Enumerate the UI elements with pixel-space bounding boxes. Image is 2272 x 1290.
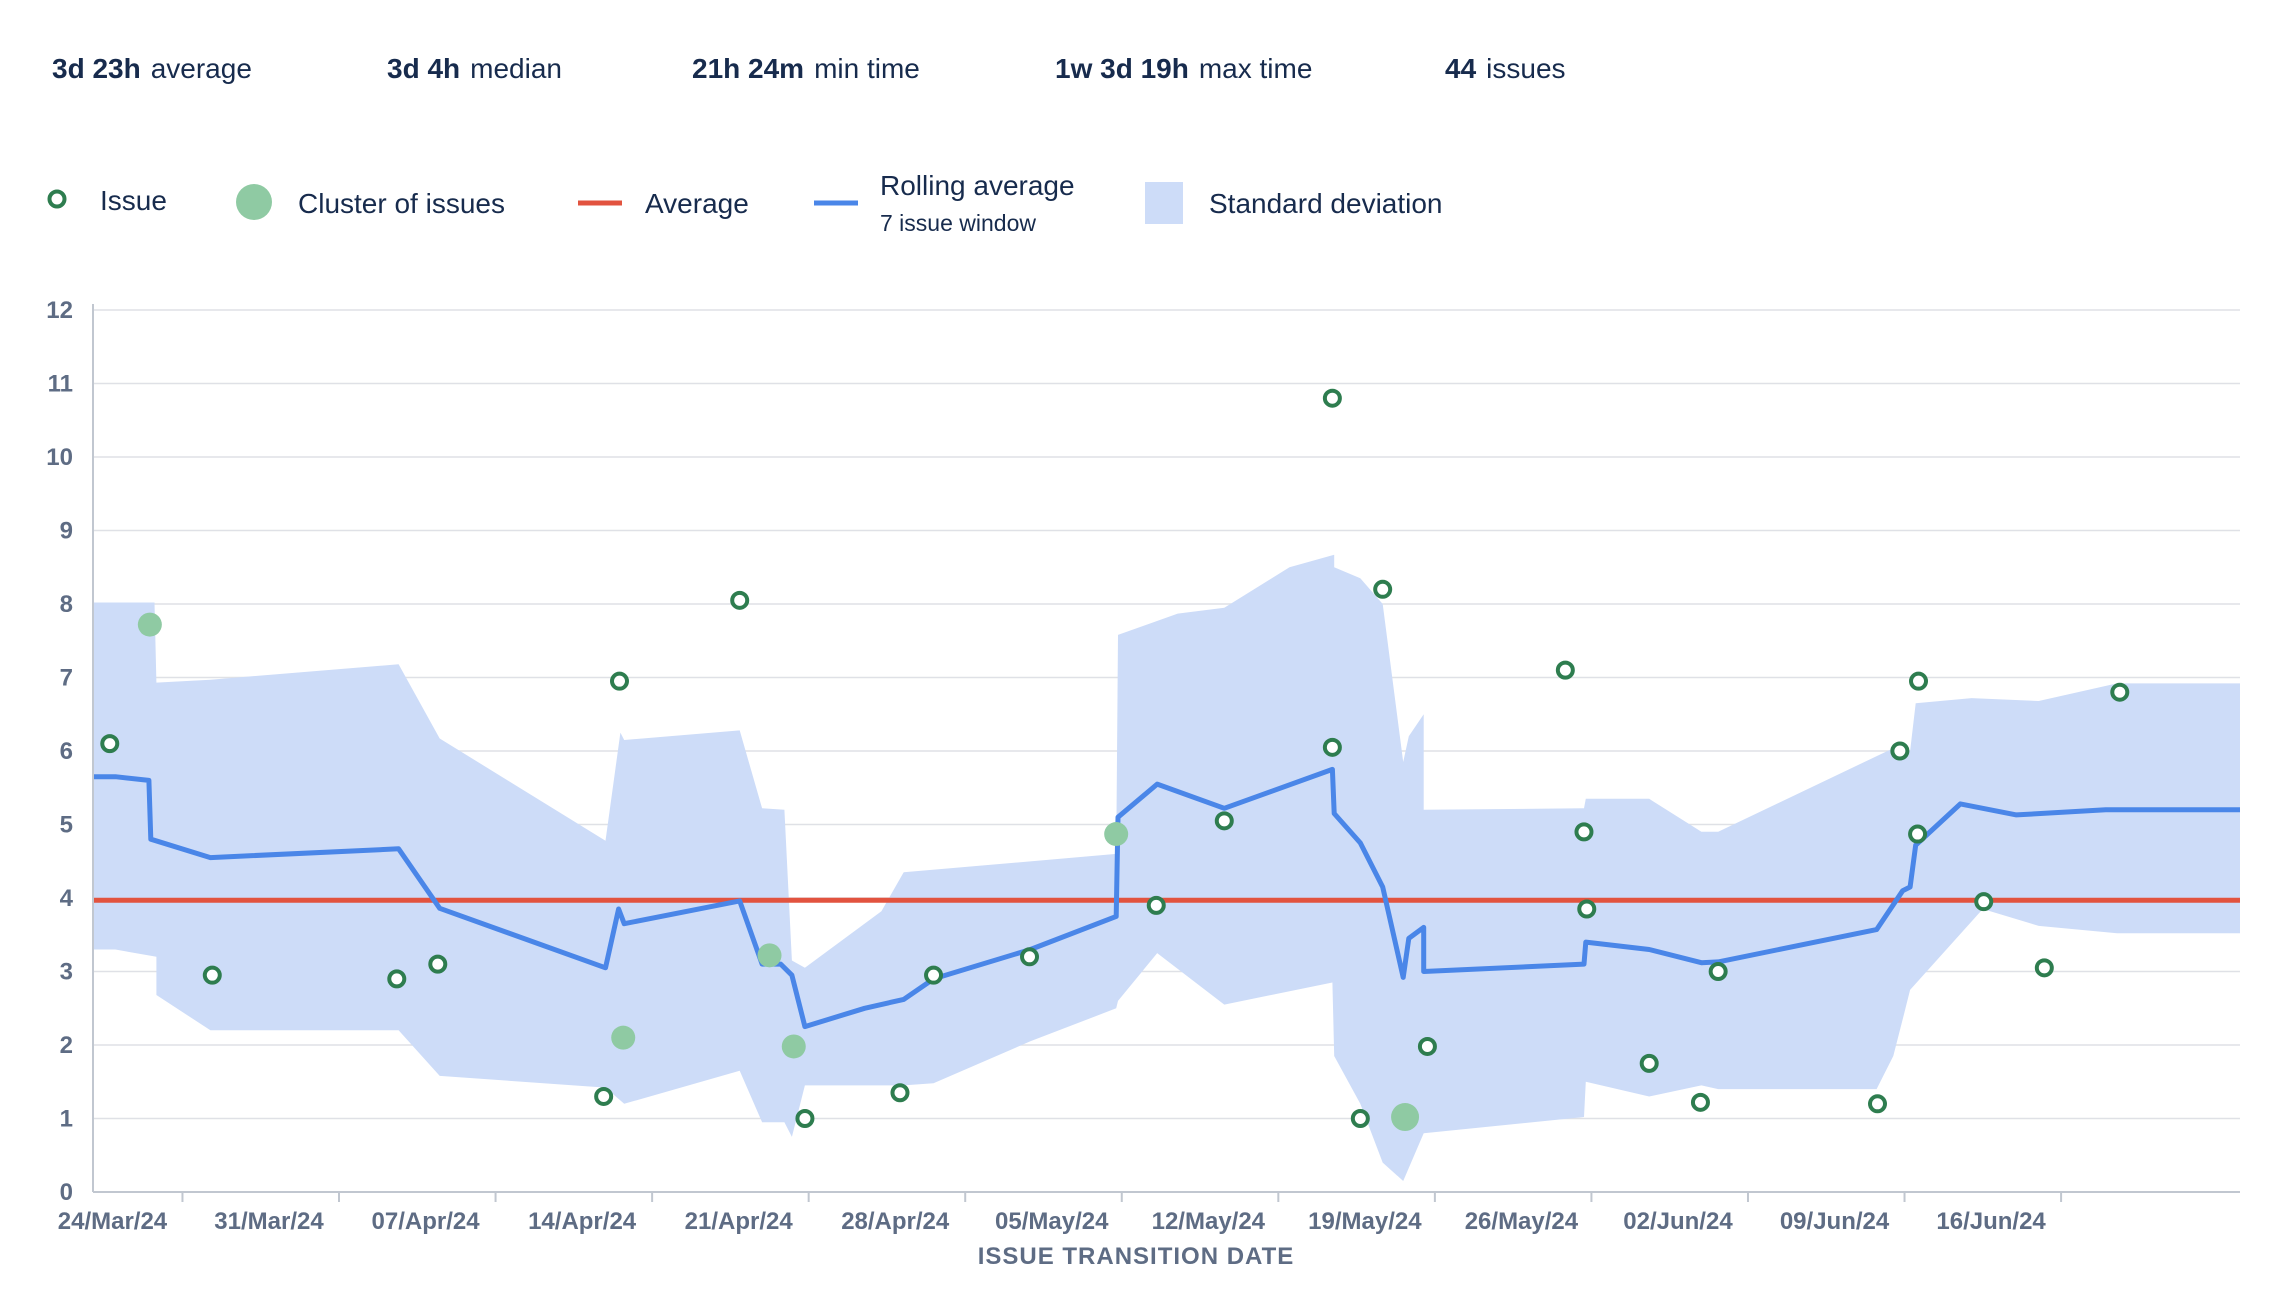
issue-point: [609, 671, 629, 691]
y-tick-label: 12: [46, 297, 73, 324]
legend-average-label: Average: [645, 188, 749, 219]
cluster-point: [137, 612, 162, 637]
issue-point: [1417, 1036, 1437, 1056]
y-tick-label: 2: [60, 1032, 73, 1059]
y-tick-label: 7: [60, 665, 73, 692]
cluster-point: [611, 1025, 636, 1050]
x-tick-label: 24/Mar/24: [58, 1208, 168, 1235]
x-tick-label: 21/Apr/24: [685, 1208, 794, 1235]
issue-point: [1708, 962, 1728, 981]
legend-cluster-label: Cluster of issues: [298, 188, 505, 219]
x-tick-label: 05/May/24: [995, 1208, 1109, 1235]
stat-min-time-label: min time: [814, 53, 920, 84]
y-tick-label: 3: [60, 959, 73, 986]
y-tick-label: 5: [60, 812, 73, 839]
y-tick-label: 0: [60, 1179, 73, 1206]
x-tick-labels: 24/Mar/24 31/Mar/24 07/Apr/24 14/Apr/24 21/A…: [58, 1192, 2063, 1235]
chart-legend: Issue Cluster of issues Average Rolling …: [0, 160, 2272, 260]
cluster-point: [1104, 822, 1129, 847]
stat-average-value: 3d 23h: [52, 53, 141, 84]
y-tick-label: 4: [60, 885, 74, 912]
issue-marker-icon: [47, 189, 67, 209]
cluster-point: [1391, 1103, 1420, 1132]
stddev-swatch-icon: [1145, 182, 1183, 224]
issue-point: [1909, 671, 1929, 691]
average-line-icon: [578, 200, 622, 206]
issue-point: [1350, 1109, 1370, 1128]
legend-issue-label: Issue: [100, 185, 167, 216]
cluster-point: [781, 1034, 806, 1059]
issue-point: [1322, 388, 1342, 408]
issue-point: [594, 1086, 614, 1106]
issue-point: [1690, 1092, 1710, 1112]
issue-point: [2034, 958, 2054, 978]
issue-point: [387, 969, 407, 989]
cluster-point: [757, 943, 782, 968]
issue-point: [100, 734, 120, 754]
x-tick-label: 19/May/24: [1308, 1208, 1422, 1235]
issue-point: [428, 954, 448, 974]
stat-max-time: 1w 3d 19h max time: [1055, 53, 1312, 85]
x-axis-title: ISSUE TRANSITION DATE: [977, 1243, 1295, 1270]
issue-point: [1890, 741, 1910, 761]
y-tick-label: 9: [60, 518, 73, 545]
x-tick-label: 26/May/24: [1465, 1208, 1579, 1235]
stat-median: 3d 4h median: [387, 53, 562, 85]
issue-point: [1577, 899, 1597, 919]
x-tick-label: 12/May/24: [1152, 1208, 1266, 1235]
issue-point: [795, 1109, 815, 1128]
stat-median-value: 3d 4h: [387, 53, 461, 84]
issue-point: [1908, 824, 1928, 844]
control-chart: 0123456789101112 24/Mar/24 31/Mar/24 07/Ap…: [46, 297, 2240, 1235]
legend-rolling-sublabel: 7 issue window: [880, 210, 1036, 236]
issue-point: [202, 965, 222, 985]
cluster-marker-icon: [236, 184, 272, 220]
issue-point: [1322, 737, 1342, 757]
issue-point: [1974, 892, 1994, 912]
stat-issues-value: 44: [1445, 53, 1477, 84]
stat-max-time-label: max time: [1198, 53, 1313, 84]
stat-min-time: 21h 24m min time: [692, 53, 920, 85]
issue-point: [1555, 660, 1575, 680]
summary-stats: 3d 23h average 3d 4h median 21h 24m min tim…: [0, 0, 2272, 150]
x-tick-label: 14/Apr/24: [528, 1208, 637, 1235]
stat-issues: 44 issues: [1445, 53, 1566, 85]
rolling-line-icon: [814, 200, 858, 206]
stat-max-time-value: 1w 3d 19h: [1055, 53, 1189, 84]
x-tick-label: 28/Apr/24: [841, 1208, 950, 1235]
issue-point: [1146, 895, 1166, 915]
x-tick-label: 16/Jun/24: [1936, 1208, 2046, 1235]
legend-stddev-label: Standard deviation: [1209, 188, 1443, 219]
y-tick-label: 1: [60, 1106, 73, 1133]
issue-point: [1373, 579, 1393, 599]
y-tick-label: 11: [48, 371, 73, 398]
stddev-band: [93, 554, 2240, 1181]
issue-point: [1868, 1094, 1888, 1114]
issue-point: [1574, 822, 1594, 842]
stat-median-label: median: [470, 53, 562, 84]
x-tick-label: 07/Apr/24: [372, 1208, 481, 1235]
issue-point: [890, 1083, 910, 1103]
y-tick-label: 8: [60, 591, 73, 618]
y-tick-label: 6: [60, 738, 73, 765]
y-tick-labels: 0123456789101112: [46, 297, 73, 1206]
issue-point: [730, 590, 750, 610]
stat-average: 3d 23h average: [52, 53, 252, 85]
y-tick-label: 10: [46, 444, 73, 471]
stat-issues-label: issues: [1486, 53, 1566, 84]
x-tick-label: 31/Mar/24: [214, 1208, 324, 1235]
x-tick-label: 09/Jun/24: [1780, 1208, 1890, 1235]
issue-point: [924, 965, 944, 985]
stat-average-label: average: [150, 53, 252, 84]
issue-point: [1639, 1053, 1659, 1073]
stat-min-time-value: 21h 24m: [692, 53, 805, 84]
x-tick-label: 02/Jun/24: [1623, 1208, 1733, 1235]
issue-point: [1214, 811, 1234, 831]
issue-point: [1020, 947, 1040, 967]
issue-point: [2110, 682, 2130, 702]
legend-rolling-label: Rolling average: [880, 170, 1075, 201]
